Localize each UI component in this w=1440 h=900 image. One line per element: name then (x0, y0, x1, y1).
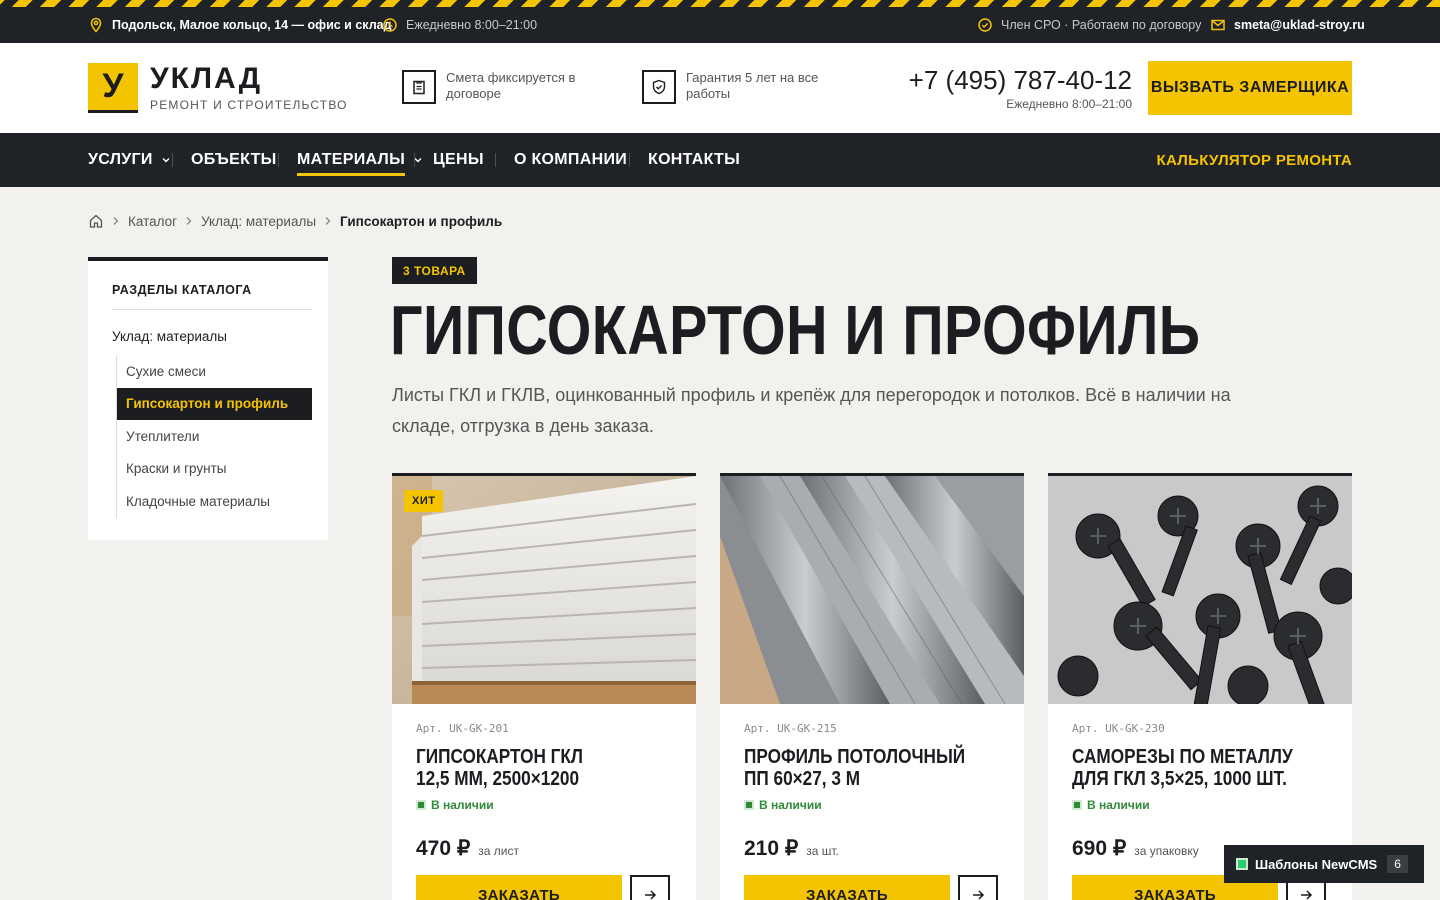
clock-icon (382, 17, 398, 33)
nav-item-prices[interactable]: ЦЕНЫ (433, 133, 484, 187)
chevron-down-icon (161, 155, 171, 165)
topbar-hours: Ежедневно 8:00–21:00 (382, 16, 537, 34)
nav-divider (414, 153, 415, 167)
sidebar-divider (112, 309, 312, 310)
product-price: 470 ₽ за лист (416, 837, 519, 860)
newcms-templates-widget[interactable]: Шаблоны NewCMS 6 (1224, 845, 1424, 883)
product-card[interactable]: Арт. UK-GK-230 САМОРЕЗЫ ПО МЕТАЛЛУ ДЛЯ Г… (1048, 473, 1352, 900)
product-title[interactable]: САМОРЕЗЫ ПО МЕТАЛЛУ ДЛЯ ГКЛ 3,5×25, 1000… (1072, 746, 1313, 790)
product-price: 210 ₽ за шт. (744, 837, 839, 860)
breadcrumb: Каталог Уклад: материалы Гипсокартон и п… (88, 212, 502, 230)
chevron-right-icon (112, 216, 120, 226)
product-details-button[interactable] (958, 875, 998, 900)
main-nav: УСЛУГИ ОБЪЕКТЫ МАТЕРИАЛЫ ЦЕНЫ О КОМПАНИИ… (0, 133, 1440, 187)
arrow-right-icon (1301, 890, 1313, 900)
sidebar-title: РАЗДЕЛЫ КАТАЛОГА (112, 283, 252, 297)
nav-divider (278, 153, 279, 167)
product-card[interactable]: Арт. UK-GK-215 ПРОФИЛЬ ПОТОЛОЧНЫЙ ПП 60×… (720, 473, 1024, 900)
sidebar-item-paints[interactable]: Краски и грунты (117, 453, 312, 486)
stock-status: В наличии (1072, 798, 1150, 812)
product-count-badge: 3 ТОВАРА (392, 257, 477, 284)
nav-divider (629, 153, 630, 167)
stock-indicator-icon (416, 800, 426, 810)
order-button[interactable]: ЗАКАЗАТЬ (744, 875, 950, 900)
header-phone[interactable]: +7 (495) 787-40-12 (909, 65, 1132, 96)
sidebar-item-drywall[interactable]: Гипсокартон и профиль (117, 387, 312, 420)
check-circle-icon (977, 17, 993, 33)
arrow-right-icon (645, 890, 657, 900)
mail-icon (1210, 17, 1226, 33)
nav-calculator-link[interactable]: КАЛЬКУЛЯТОР РЕМОНТА (1157, 133, 1352, 187)
stock-status: В наличии (744, 798, 822, 812)
hazard-stripes (0, 0, 1440, 7)
logo-tagline: РЕМОНТ И СТРОИТЕЛЬСТВО (150, 98, 348, 112)
top-bar: Подольск, Малое кольцо, 14 — офис и скла… (0, 0, 1440, 43)
logo-name[interactable]: УКЛАД (150, 62, 262, 96)
breadcrumb-materials[interactable]: Уклад: материалы (201, 214, 316, 229)
stock-status: В наличии (416, 798, 494, 812)
nav-item-services[interactable]: УСЛУГИ (88, 133, 171, 187)
status-dot-icon (1236, 858, 1248, 870)
feature-warranty: Гарантия 5 лет на все работы (642, 70, 821, 104)
chevron-right-icon (185, 216, 193, 226)
shield-check-icon (642, 70, 676, 104)
widget-count-badge: 6 (1387, 855, 1408, 873)
nav-item-materials[interactable]: МАТЕРИАЛЫ (297, 133, 423, 187)
page-title: ГИПСОКАРТОН И ПРОФИЛЬ (390, 291, 1201, 369)
product-article: Арт. UK-GK-230 (1072, 722, 1165, 735)
nav-item-objects[interactable]: ОБЪЕКТЫ (191, 133, 277, 187)
feature-estimate: Смета фиксируется в договоре (402, 70, 586, 104)
logo-mark[interactable]: У (88, 63, 138, 113)
stock-indicator-icon (1072, 800, 1082, 810)
product-card[interactable]: ХИТ Арт. UK-GK-201 ГИПСОКАРТОН ГКЛ 12,5 … (392, 473, 696, 900)
hit-badge: ХИТ (404, 490, 444, 512)
sidebar-item-dry-mixes[interactable]: Сухие смеси (117, 355, 312, 388)
product-image-screws[interactable] (1048, 476, 1352, 704)
stock-indicator-icon (744, 800, 754, 810)
sidebar-item-masonry[interactable]: Кладочные материалы (117, 485, 312, 518)
nav-item-about[interactable]: О КОМПАНИИ (514, 133, 627, 187)
product-price: 690 ₽ за упаковку (1072, 837, 1199, 860)
chevron-right-icon (324, 216, 332, 226)
nav-divider (172, 153, 173, 167)
call-measurer-button[interactable]: ВЫЗВАТЬ ЗАМЕРЩИКА (1148, 61, 1352, 115)
sidebar-item-insulation[interactable]: Утеплители (117, 420, 312, 453)
sidebar-list: Сухие смеси Гипсокартон и профиль Утепли… (116, 355, 312, 518)
nav-item-contacts[interactable]: КОНТАКТЫ (648, 133, 740, 187)
product-image-profile[interactable] (720, 476, 1024, 704)
topbar-address: Подольск, Малое кольцо, 14 — офис и скла… (88, 16, 392, 34)
order-button[interactable]: ЗАКАЗАТЬ (416, 875, 622, 900)
catalog-sidebar: РАЗДЕЛЫ КАТАЛОГА Уклад: материалы Сухие … (88, 257, 328, 540)
product-title[interactable]: ГИПСОКАРТОН ГКЛ 12,5 ММ, 2500×1200 (416, 746, 657, 790)
map-pin-icon (88, 17, 104, 33)
clipboard-icon (402, 70, 436, 104)
product-article: Арт. UK-GK-201 (416, 722, 509, 735)
header-phone-hours: Ежедневно 8:00–21:00 (1006, 97, 1132, 111)
breadcrumb-current: Гипсокартон и профиль (340, 213, 503, 229)
sidebar-parent-link[interactable]: Уклад: материалы (112, 329, 227, 344)
page-lead: Листы ГКЛ и ГКЛВ, оцинкованный профиль и… (392, 385, 1231, 436)
product-article: Арт. UK-GK-215 (744, 722, 837, 735)
topbar-email[interactable]: smeta@uklad-stroy.ru (1210, 16, 1365, 34)
nav-divider (495, 153, 496, 167)
home-icon[interactable] (88, 213, 104, 229)
topbar-sro: Член СРО · Работаем по договору (977, 16, 1201, 34)
product-details-button[interactable] (630, 875, 670, 900)
arrow-right-icon (973, 890, 985, 900)
product-title[interactable]: ПРОФИЛЬ ПОТОЛОЧНЫЙ ПП 60×27, 3 М (744, 746, 985, 790)
breadcrumb-catalog[interactable]: Каталог (128, 214, 177, 229)
site-header: У УКЛАД РЕМОНТ И СТРОИТЕЛЬСТВО Смета фик… (0, 43, 1440, 133)
